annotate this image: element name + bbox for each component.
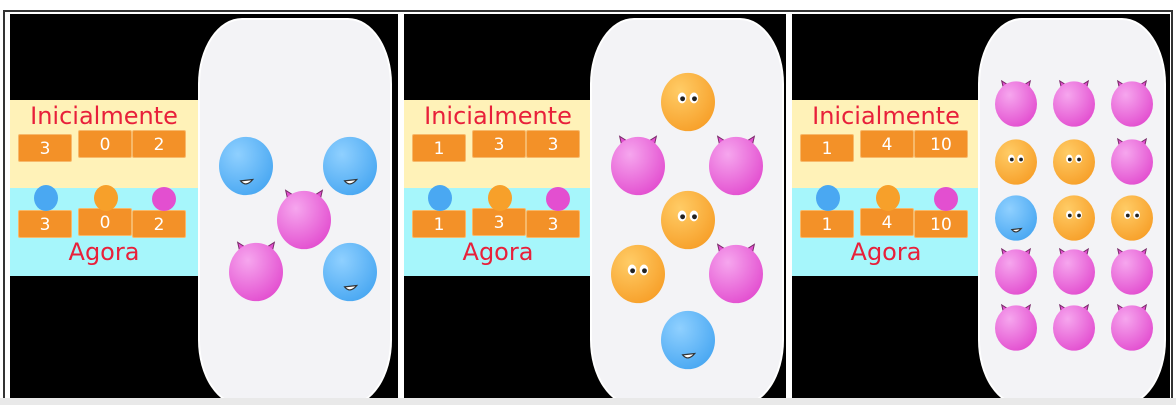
blue-creature[interactable] [995, 195, 1037, 241]
initial-count-pink: 3 [526, 130, 580, 158]
pink-creature[interactable] [611, 135, 665, 196]
pink-creature[interactable] [1053, 247, 1095, 295]
pink-creature[interactable] [709, 135, 763, 196]
initial-title: Inicialmente [424, 102, 572, 130]
pink-creature-icon [152, 187, 176, 211]
initial-section: Inicialmente 1 4 10 [792, 100, 980, 188]
blue-creature-icon [428, 185, 452, 211]
pink-creature[interactable] [995, 247, 1037, 295]
now-title: Agora [850, 238, 922, 266]
orange-creature[interactable] [611, 244, 665, 304]
orange-creature[interactable] [1053, 139, 1095, 185]
initial-section: Inicialmente 1 3 3 [404, 100, 592, 188]
level-panel-1: Inicialmente 3 0 2 3 0 2 Agora [10, 14, 398, 404]
initial-title: Inicialmente [30, 102, 178, 130]
now-count-pink: 3 [526, 210, 580, 238]
now-count-pink: 10 [914, 210, 968, 238]
now-count-blue: 1 [800, 210, 854, 238]
pink-creature[interactable] [995, 79, 1037, 127]
blue-creature-icon [816, 185, 840, 211]
orange-creature[interactable] [1053, 195, 1095, 241]
counter-board-1: Inicialmente 3 0 2 3 0 2 Agora [10, 100, 198, 276]
now-count-pink: 2 [132, 210, 186, 238]
pink-creature-icon [934, 187, 958, 211]
creature-area-3 [995, 79, 1153, 351]
counter-board-2: Inicialmente 1 3 3 1 3 3 Agora [404, 100, 592, 276]
initial-count-blue: 1 [412, 134, 466, 162]
orange-creature[interactable] [1111, 195, 1153, 241]
creature-area-1 [219, 136, 377, 302]
now-title: Agora [68, 238, 140, 266]
pink-creature[interactable] [1111, 137, 1153, 185]
pink-creature[interactable] [709, 243, 763, 304]
now-count-blue: 3 [18, 210, 72, 238]
initial-count-orange: 4 [860, 130, 914, 158]
now-title: Agora [462, 238, 534, 266]
counter-board-3: Inicialmente 1 4 10 1 4 10 Agora [792, 100, 980, 276]
legend-icons [428, 185, 570, 211]
pink-creature[interactable] [1111, 247, 1153, 295]
orange-creature[interactable] [661, 72, 715, 132]
initial-section: Inicialmente 3 0 2 [10, 100, 198, 188]
initial-title: Inicialmente [812, 102, 960, 130]
blue-creature[interactable] [219, 136, 273, 196]
orange-creature-icon [876, 185, 900, 211]
bottom-bar [0, 398, 1176, 405]
legend-icons [34, 185, 176, 211]
blue-creature-icon [34, 185, 58, 211]
pink-creature-icon [546, 187, 570, 211]
blue-creature[interactable] [661, 310, 715, 370]
creature-area-2 [611, 72, 763, 370]
orange-creature[interactable] [661, 190, 715, 250]
initial-count-blue: 1 [800, 134, 854, 162]
orange-creature-icon [94, 185, 118, 211]
creature-card-2 [592, 20, 782, 404]
orange-creature[interactable] [995, 139, 1037, 185]
initial-count-orange: 0 [78, 130, 132, 158]
pink-creature[interactable] [229, 241, 283, 302]
creature-card-1 [200, 20, 390, 404]
now-count-blue: 1 [412, 210, 466, 238]
blue-creature[interactable] [323, 242, 377, 302]
level-panel-2: Inicialmente 1 3 3 1 3 3 Agora [404, 14, 786, 404]
initial-count-orange: 3 [472, 130, 526, 158]
initial-count-blue: 3 [18, 134, 72, 162]
pink-creature[interactable] [1111, 79, 1153, 127]
level-panel-3: Inicialmente 1 4 10 1 4 10 Agora [792, 14, 1170, 404]
initial-count-pink: 10 [914, 130, 968, 158]
initial-count-pink: 2 [132, 130, 186, 158]
pink-creature[interactable] [277, 189, 331, 250]
legend-icons [816, 185, 958, 211]
blue-creature[interactable] [323, 136, 377, 196]
pink-creature[interactable] [1053, 303, 1095, 351]
pink-creature[interactable] [1053, 79, 1095, 127]
pink-creature[interactable] [1111, 303, 1153, 351]
creature-card-3 [980, 20, 1164, 404]
orange-creature-icon [488, 185, 512, 211]
pink-creature[interactable] [995, 303, 1037, 351]
